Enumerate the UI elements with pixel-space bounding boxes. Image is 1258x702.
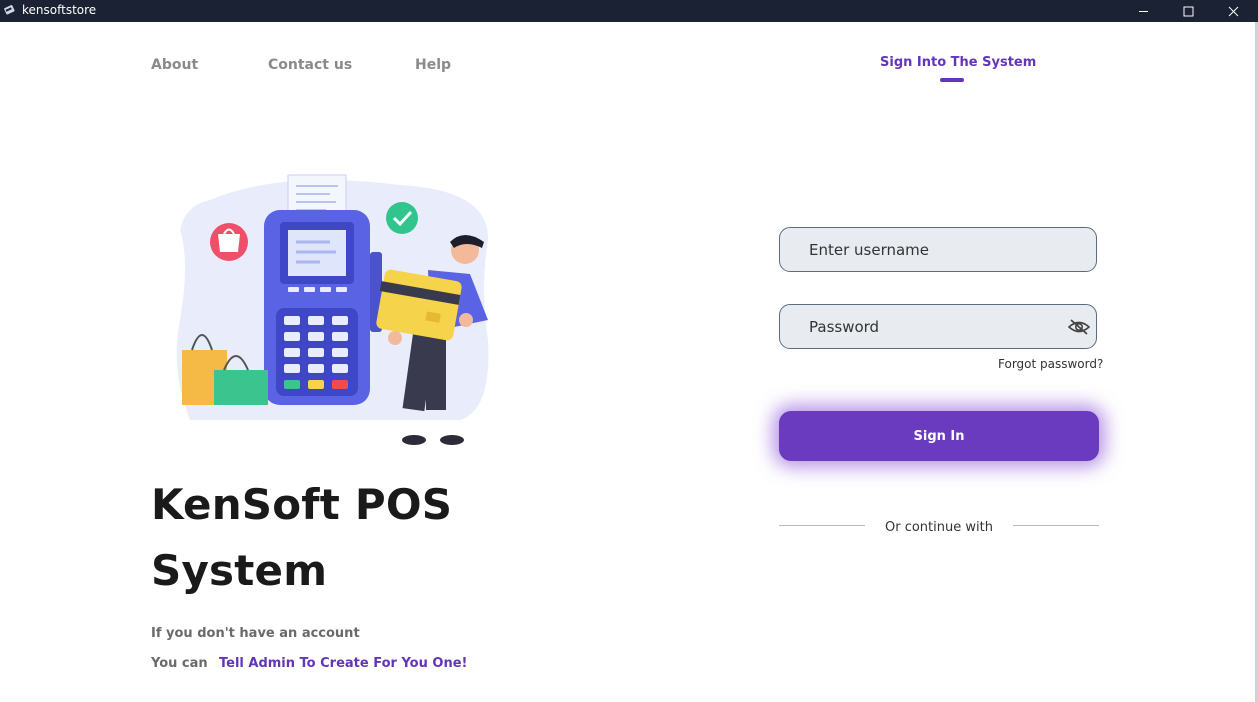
continue-with-label: Or continue with: [885, 520, 993, 535]
sign-in-button[interactable]: Sign In: [779, 411, 1099, 461]
nav-contact-link[interactable]: Contact us: [268, 57, 352, 73]
divider-left: [779, 525, 865, 526]
eye-slash-icon[interactable]: [1068, 318, 1090, 336]
username-field[interactable]: [779, 227, 1097, 272]
maximize-icon: [1183, 6, 1193, 16]
close-button[interactable]: [1210, 0, 1256, 22]
username-input[interactable]: [809, 228, 1059, 271]
minimize-button[interactable]: [1120, 0, 1166, 22]
password-input[interactable]: [809, 305, 1059, 348]
account-hint: If you don't have an account: [151, 626, 360, 641]
window-title: kensoftstore: [22, 3, 97, 17]
app-heading-line1: KenSoft POS: [151, 480, 453, 529]
you-can-label: You can: [151, 656, 208, 671]
nav-help-link[interactable]: Help: [415, 57, 451, 73]
app-icon: [3, 3, 17, 17]
divider-right: [1013, 525, 1099, 526]
contact-admin-link[interactable]: Tell Admin To Create For You One!: [219, 656, 467, 671]
maximize-button[interactable]: [1165, 0, 1211, 22]
password-field[interactable]: [779, 304, 1097, 349]
forgot-password-link[interactable]: Forgot password?: [998, 357, 1103, 371]
app-heading: KenSoft POS System: [151, 472, 452, 604]
window-titlebar: kensoftstore: [0, 0, 1258, 22]
app-heading-line2: System: [151, 546, 328, 595]
close-icon: [1228, 6, 1238, 16]
minimize-icon: [1138, 10, 1148, 12]
nav-about-link[interactable]: About: [151, 57, 198, 73]
active-tab-indicator: [940, 78, 964, 82]
tab-sign-in[interactable]: Sign Into The System: [880, 55, 1036, 70]
pos-illustration: [176, 174, 489, 445]
